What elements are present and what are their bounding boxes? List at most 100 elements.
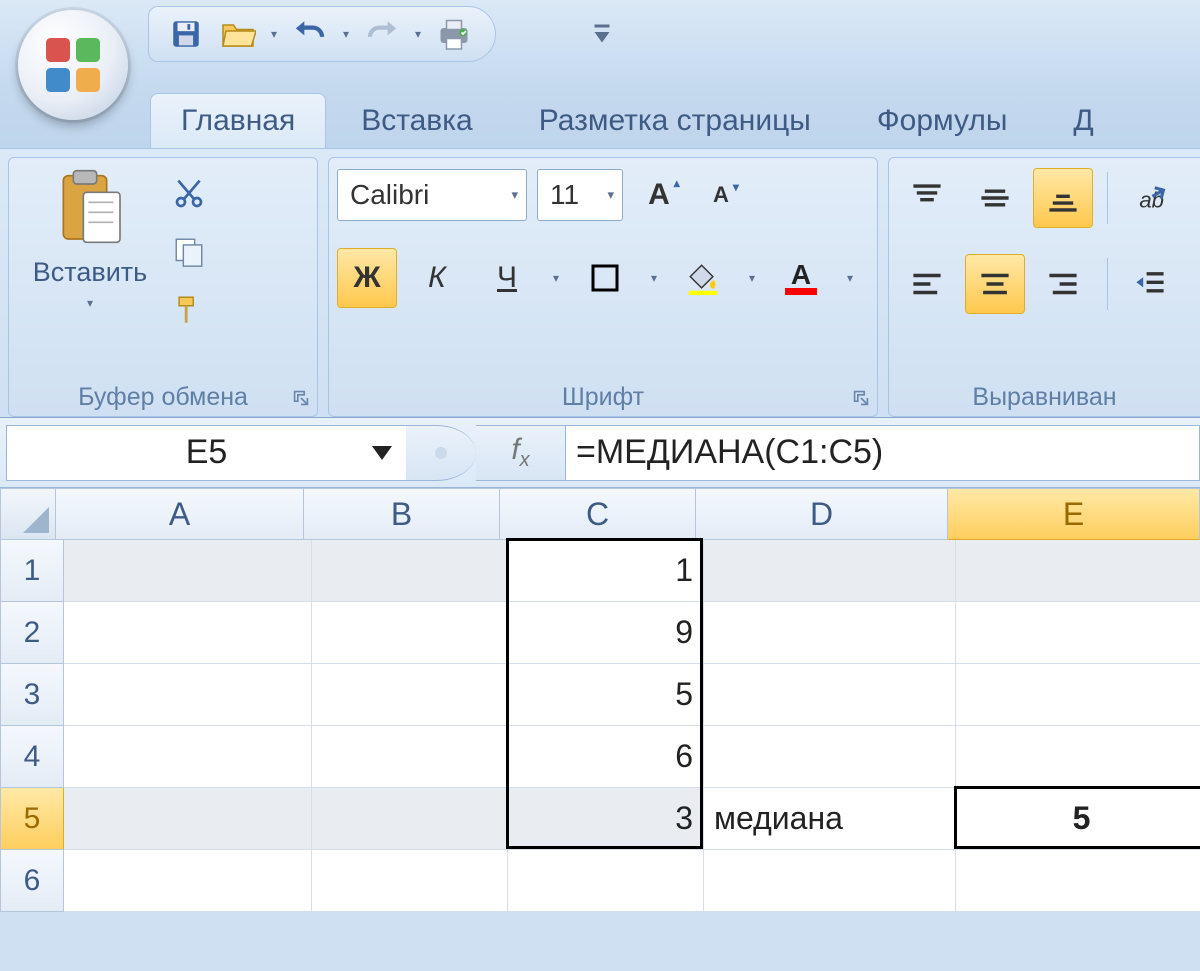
fill-color-dropdown[interactable]: ▾ [743, 248, 761, 308]
column-header-A[interactable]: A [56, 488, 304, 540]
align-bottom-button[interactable] [1033, 168, 1093, 228]
row-header-6[interactable]: 6 [0, 850, 64, 912]
brush-icon [172, 293, 206, 327]
cell-C5[interactable]: 3 [508, 788, 704, 850]
underline-dropdown[interactable]: ▾ [547, 248, 565, 308]
row-header-4[interactable]: 4 [0, 726, 64, 788]
cell-A5[interactable] [64, 788, 312, 850]
row-header-5[interactable]: 5 [0, 788, 64, 850]
cell-D1[interactable] [704, 540, 956, 602]
column-header-E[interactable]: E [948, 488, 1200, 540]
font-color-dropdown[interactable]: ▾ [841, 248, 859, 308]
cell-E4[interactable] [956, 726, 1200, 788]
cell-D5[interactable]: медиана [704, 788, 956, 850]
cell-C2[interactable]: 9 [508, 602, 704, 664]
cell-B3[interactable] [312, 664, 508, 726]
cell-C3[interactable]: 5 [508, 664, 704, 726]
align-left-button[interactable] [897, 254, 957, 314]
quick-access-toolbar: ▾ ▾ ▾ [148, 6, 496, 62]
tab-home[interactable]: Главная [150, 93, 326, 148]
align-top-button[interactable] [897, 168, 957, 228]
shrink-font-button[interactable]: A▾ [695, 169, 747, 221]
cell-A4[interactable] [64, 726, 312, 788]
bold-button[interactable]: Ж [337, 248, 397, 308]
row-header-3[interactable]: 3 [0, 664, 64, 726]
column-header-B[interactable]: B [304, 488, 500, 540]
office-button[interactable] [18, 10, 128, 120]
align-center-icon [978, 267, 1012, 301]
undo-caret-icon[interactable]: ▾ [339, 11, 353, 57]
tab-data-partial[interactable]: Д [1042, 93, 1124, 148]
undo-button[interactable] [287, 11, 333, 57]
formula-input[interactable]: =МЕДИАНА(C1:C5) [566, 425, 1200, 481]
cell-D2[interactable] [704, 602, 956, 664]
cell-C1[interactable]: 1 [508, 540, 704, 602]
underline-button[interactable]: Ч [477, 248, 537, 308]
cell-B1[interactable] [312, 540, 508, 602]
cell-C6[interactable] [508, 850, 704, 912]
cell-E1[interactable] [956, 540, 1200, 602]
cells-area[interactable]: 19563медиана5 [64, 540, 1200, 912]
open-button[interactable] [215, 11, 261, 57]
cell-C4[interactable]: 6 [508, 726, 704, 788]
row-headers: 123456 [0, 540, 64, 912]
select-all-corner[interactable] [0, 488, 56, 540]
font-launcher[interactable] [853, 390, 871, 408]
cell-E3[interactable] [956, 664, 1200, 726]
font-color-button[interactable]: A [771, 248, 831, 308]
copy-button[interactable] [165, 228, 213, 276]
bold-label: Ж [353, 261, 380, 295]
cell-B5[interactable] [312, 788, 508, 850]
cut-button[interactable] [165, 170, 213, 218]
cell-D3[interactable] [704, 664, 956, 726]
italic-label: К [428, 261, 446, 295]
redo-button[interactable] [359, 11, 405, 57]
border-dropdown[interactable]: ▾ [645, 248, 663, 308]
font-name-combo[interactable]: Calibri ▾ [337, 169, 527, 221]
align-center-button[interactable] [965, 254, 1025, 314]
cell-A1[interactable] [64, 540, 312, 602]
shrink-font-icon: A▾ [713, 182, 729, 208]
fx-button[interactable]: fx [476, 425, 566, 481]
cell-E5[interactable]: 5 [956, 788, 1200, 850]
open-icon [220, 19, 256, 49]
cell-A3[interactable] [64, 664, 312, 726]
fill-color-button[interactable] [673, 248, 733, 308]
align-right-button[interactable] [1033, 254, 1093, 314]
column-header-C[interactable]: C [500, 488, 696, 540]
grow-font-button[interactable]: A▴ [633, 169, 685, 221]
chevron-down-icon[interactable] [372, 446, 392, 460]
italic-button[interactable]: К [407, 248, 467, 308]
column-header-D[interactable]: D [696, 488, 948, 540]
row-header-1[interactable]: 1 [0, 540, 64, 602]
row-header-2[interactable]: 2 [0, 602, 64, 664]
format-painter-button[interactable] [165, 286, 213, 334]
align-middle-button[interactable] [965, 168, 1025, 228]
cell-E6[interactable] [956, 850, 1200, 912]
paste-button[interactable]: Вставить ▾ [15, 164, 165, 382]
quick-print-button[interactable] [431, 11, 477, 57]
ribbon: Вставить ▾ [0, 148, 1200, 418]
redo-caret-icon[interactable]: ▾ [411, 11, 425, 57]
border-button[interactable] [575, 248, 635, 308]
cell-D6[interactable] [704, 850, 956, 912]
cell-A2[interactable] [64, 602, 312, 664]
cell-B4[interactable] [312, 726, 508, 788]
orientation-button[interactable]: ab [1122, 168, 1182, 228]
cell-B6[interactable] [312, 850, 508, 912]
tab-insert[interactable]: Вставка [330, 93, 504, 148]
paste-dropdown-icon[interactable]: ▾ [87, 296, 93, 310]
save-button[interactable] [163, 11, 209, 57]
cell-B2[interactable] [312, 602, 508, 664]
cell-D4[interactable] [704, 726, 956, 788]
font-size-combo[interactable]: 11 ▾ [537, 169, 623, 221]
name-box[interactable]: E5 [6, 425, 406, 481]
cell-A6[interactable] [64, 850, 312, 912]
tab-formulas[interactable]: Формулы [846, 93, 1039, 148]
customize-qat-button[interactable] [590, 20, 614, 50]
tab-pagelayout[interactable]: Разметка страницы [508, 93, 842, 148]
clipboard-launcher[interactable] [293, 390, 311, 408]
cell-E2[interactable] [956, 602, 1200, 664]
open-caret-icon[interactable]: ▾ [267, 11, 281, 57]
decrease-indent-button[interactable] [1122, 254, 1178, 314]
